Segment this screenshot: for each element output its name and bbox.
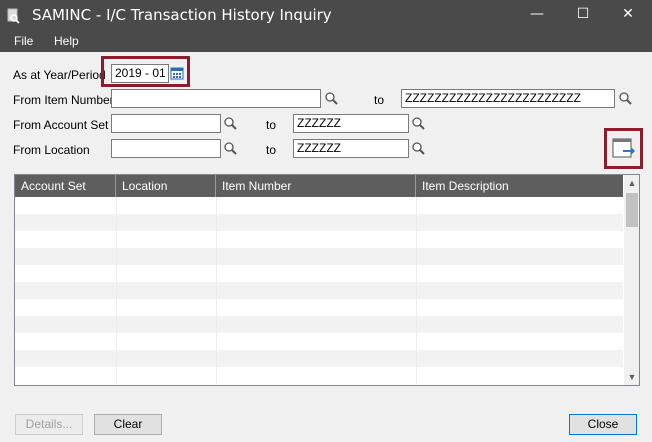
- table-row[interactable]: [15, 231, 623, 248]
- cell-separator: [116, 197, 117, 214]
- column-header-account-set[interactable]: Account Set: [15, 175, 116, 197]
- cell-separator: [416, 282, 417, 299]
- grid-header: Account Set Location Item Number Item De…: [15, 175, 623, 197]
- cell-separator: [116, 214, 117, 231]
- cell-separator: [416, 231, 417, 248]
- cell-separator: [416, 333, 417, 350]
- scroll-thumb[interactable]: [626, 193, 638, 227]
- table-row[interactable]: [15, 265, 623, 282]
- table-row[interactable]: [15, 333, 623, 350]
- year-period-input[interactable]: 2019 - 01: [111, 64, 169, 83]
- location-from-input[interactable]: [111, 139, 221, 158]
- close-button[interactable]: Close: [569, 414, 637, 435]
- cell-separator: [116, 333, 117, 350]
- cell-separator: [116, 248, 117, 265]
- table-row[interactable]: [15, 350, 623, 367]
- item-number-from-finder-icon[interactable]: [324, 91, 338, 105]
- grid-rows: [15, 197, 623, 385]
- account-set-from-finder-icon[interactable]: [223, 116, 237, 130]
- cell-separator: [216, 231, 217, 248]
- cell-separator: [416, 316, 417, 333]
- menu-bar: File Help: [0, 32, 652, 52]
- cell-separator: [216, 299, 217, 316]
- title-bar: SAMINC - I/C Transaction History Inquiry…: [0, 0, 652, 32]
- table-row[interactable]: [15, 367, 623, 384]
- go-arrow-icon[interactable]: [612, 137, 636, 159]
- table-row[interactable]: [15, 197, 623, 214]
- calendar-icon[interactable]: [170, 66, 184, 80]
- vertical-scrollbar[interactable]: ▲ ▼: [624, 175, 639, 385]
- account-set-to-input[interactable]: ZZZZZZ: [293, 114, 409, 133]
- table-row[interactable]: [15, 316, 623, 333]
- cell-separator: [116, 282, 117, 299]
- cell-separator: [416, 367, 417, 384]
- details-button[interactable]: Details...: [15, 414, 83, 435]
- minimize-button[interactable]: —: [514, 0, 560, 28]
- account-set-label: From Account Set: [13, 118, 109, 132]
- cell-separator: [216, 265, 217, 282]
- close-window-button[interactable]: ✕: [605, 0, 651, 28]
- cell-separator: [216, 367, 217, 384]
- column-header-item-number[interactable]: Item Number: [216, 175, 416, 197]
- location-from-finder-icon[interactable]: [223, 141, 237, 155]
- table-row[interactable]: [15, 299, 623, 316]
- cell-separator: [116, 231, 117, 248]
- cell-separator: [216, 248, 217, 265]
- cell-separator: [416, 265, 417, 282]
- account-set-to-label: to: [266, 118, 277, 132]
- item-number-to-finder-icon[interactable]: [618, 91, 632, 105]
- year-period-label: As at Year/Period: [13, 68, 106, 82]
- item-number-to-label: to: [374, 93, 385, 107]
- location-to-input[interactable]: ZZZZZZ: [293, 139, 409, 158]
- cell-separator: [216, 197, 217, 214]
- table-row[interactable]: [15, 248, 623, 265]
- account-set-from-input[interactable]: [111, 114, 221, 133]
- column-header-item-description[interactable]: Item Description: [416, 175, 623, 197]
- location-to-label: to: [266, 143, 277, 157]
- location-to-finder-icon[interactable]: [411, 141, 425, 155]
- cell-separator: [116, 299, 117, 316]
- item-number-from-input[interactable]: [111, 89, 321, 108]
- scroll-up-icon[interactable]: ▲: [624, 175, 639, 191]
- cell-separator: [216, 282, 217, 299]
- cell-separator: [216, 350, 217, 367]
- cell-separator: [116, 265, 117, 282]
- cell-separator: [216, 316, 217, 333]
- column-header-location[interactable]: Location: [116, 175, 216, 197]
- app-icon: [7, 8, 20, 24]
- maximize-button[interactable]: ☐: [560, 0, 606, 28]
- table-row[interactable]: [15, 214, 623, 231]
- cell-separator: [116, 350, 117, 367]
- cell-separator: [216, 214, 217, 231]
- cell-separator: [116, 367, 117, 384]
- cell-separator: [416, 350, 417, 367]
- scroll-down-icon[interactable]: ▼: [624, 369, 639, 385]
- menu-help[interactable]: Help: [54, 34, 79, 48]
- cell-separator: [416, 197, 417, 214]
- table-row[interactable]: [15, 282, 623, 299]
- window-title: SAMINC - I/C Transaction History Inquiry: [32, 6, 332, 24]
- results-grid[interactable]: Account Set Location Item Number Item De…: [14, 174, 640, 386]
- cell-separator: [216, 333, 217, 350]
- item-number-label: From Item Number: [13, 93, 114, 107]
- location-label: From Location: [13, 143, 90, 157]
- item-number-to-input[interactable]: ZZZZZZZZZZZZZZZZZZZZZZZZ: [401, 89, 615, 108]
- cell-separator: [416, 299, 417, 316]
- menu-file[interactable]: File: [14, 34, 33, 48]
- cell-separator: [416, 214, 417, 231]
- clear-button[interactable]: Clear: [94, 414, 162, 435]
- account-set-to-finder-icon[interactable]: [411, 116, 425, 130]
- cell-separator: [116, 316, 117, 333]
- cell-separator: [416, 248, 417, 265]
